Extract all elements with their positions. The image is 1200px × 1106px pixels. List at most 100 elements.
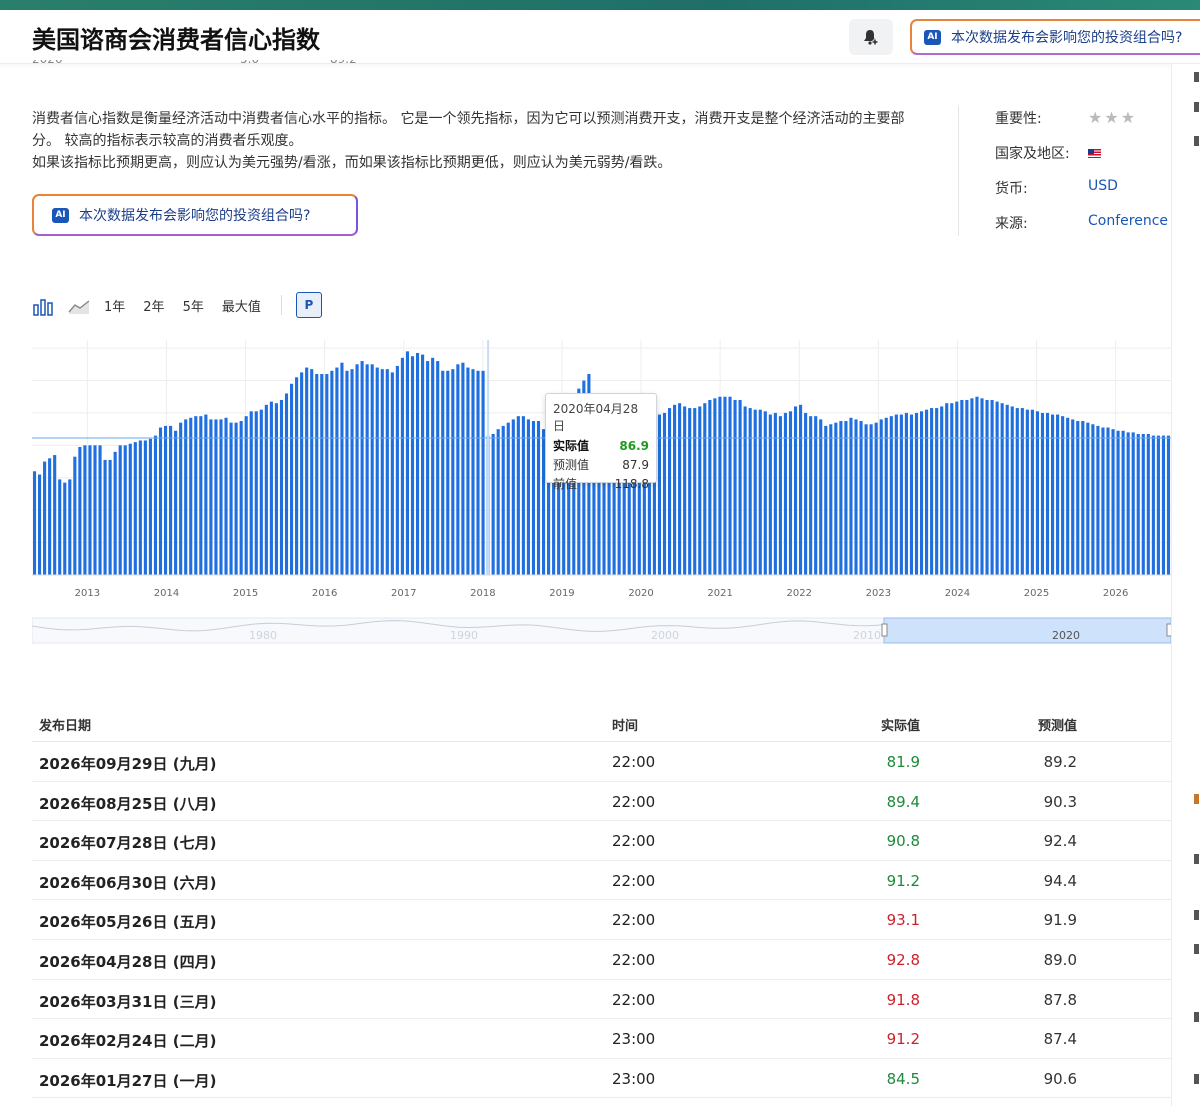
chart-bar [128, 443, 132, 575]
ai-portfolio-button-header[interactable]: AI 本次数据发布会影响您的投资组合吗? [910, 19, 1200, 55]
range-max-button[interactable]: 最大值 [222, 296, 261, 315]
row-actual: 91.8 [886, 990, 920, 1009]
chart-bar [73, 456, 77, 575]
chart-bar [526, 419, 530, 575]
chart-bar [58, 479, 62, 575]
chart-tooltip: 2020年04月28日 实际值 86.9 预测值 87.9 前值 118.8 [545, 393, 657, 491]
chart-bar [1086, 422, 1090, 575]
chart-bar [773, 412, 777, 575]
chart-bar [1121, 430, 1125, 575]
chart-bar [960, 399, 964, 575]
chart-bar [431, 357, 435, 575]
x-tick-label: 2014 [154, 588, 179, 599]
chart-bar [778, 416, 782, 575]
chart-bar [118, 445, 122, 575]
chart-bar [657, 414, 662, 575]
header-forecast[interactable]: 预测值 [1038, 715, 1077, 734]
row-date: 2026年03月31日 (三月) [39, 992, 217, 1011]
x-tick-label: 2025 [1024, 588, 1049, 599]
p-toggle-button[interactable]: P [295, 292, 322, 318]
chart-bar [1056, 414, 1060, 575]
chart-bar [889, 416, 893, 575]
chart-bar [415, 352, 420, 575]
area-chart-icon[interactable] [68, 294, 90, 316]
chart-bar [899, 414, 903, 575]
chart-bar [854, 419, 858, 575]
chart-bar [345, 370, 349, 575]
chart-bar [1000, 403, 1004, 575]
chart-bar [143, 440, 147, 575]
chart-bar [476, 370, 480, 575]
chart-bar [1141, 434, 1145, 575]
row-date: 2026年01月27日 (一月) [39, 1071, 217, 1090]
chart-bar [688, 408, 692, 575]
table-row: 2026年08月25日 (八月) 22:00 89.4 90.3 [32, 782, 1171, 822]
chart-bar [254, 411, 258, 575]
add-alert-button[interactable] [849, 19, 893, 55]
chart-bar [980, 398, 984, 575]
sticky-header: 美国谘商会消费者信心指数 AI 本次数据发布会影响您的投资组合吗? [0, 10, 1200, 64]
meta-currency: 货币: USD [995, 178, 1195, 213]
chart-bar [1101, 427, 1105, 575]
x-tick-label: 2024 [945, 588, 970, 599]
row-actual: 89.4 [886, 792, 920, 811]
chart-bar [421, 354, 425, 575]
row-actual: 93.1 [886, 911, 920, 930]
range-1y-button[interactable]: 1年 [104, 296, 125, 315]
chart-bar [169, 425, 173, 575]
chart-bar [849, 417, 853, 575]
chart-bar [723, 396, 727, 575]
chart-bar [824, 425, 828, 575]
chart-bar [43, 461, 47, 575]
row-forecast: 87.4 [1043, 1030, 1077, 1049]
table-row: 2026年09月29日 (九月) 22:00 81.9 89.2 [32, 742, 1171, 782]
chart-bar [133, 442, 137, 575]
row-actual: 92.8 [886, 950, 920, 969]
navigator-handle-left [881, 623, 888, 637]
chart-bar [914, 412, 919, 575]
chart-bar [456, 364, 460, 575]
row-forecast: 90.6 [1043, 1069, 1077, 1088]
range-5y-button[interactable]: 5年 [183, 296, 204, 315]
chart-bar [380, 369, 384, 575]
ai-portfolio-button[interactable]: AI 本次数据发布会影响您的投资组合吗? [32, 194, 358, 236]
row-forecast: 91.9 [1043, 911, 1077, 930]
header-actual[interactable]: 实际值 [881, 715, 920, 734]
chart-bar [32, 471, 37, 575]
chart-bar [703, 403, 707, 575]
chart-bar [1091, 424, 1095, 575]
chart-bar [370, 364, 374, 575]
table-row: 2026年03月31日 (三月) 22:00 91.8 87.8 [32, 980, 1171, 1020]
row-forecast: 92.4 [1043, 832, 1077, 851]
chart-bar [743, 406, 747, 575]
chart-bar [1071, 419, 1075, 575]
chart-bar [799, 404, 803, 575]
chart-bar [667, 408, 672, 575]
chart-bar [123, 445, 127, 575]
chart-bar [158, 427, 163, 575]
chart-bar [400, 357, 404, 575]
chart-bar [103, 459, 107, 575]
chart-bar [481, 370, 485, 575]
source-link[interactable]: Conference [1088, 213, 1168, 229]
range-2y-button[interactable]: 2年 [143, 296, 164, 315]
currency-link[interactable]: USD [1088, 178, 1118, 194]
top-accent-bar [0, 0, 1200, 10]
chart-bar [925, 409, 929, 575]
bar-chart-icon[interactable] [32, 294, 54, 316]
description-paragraph-2: 如果该指标比预期更高，则应认为美元强势/看涨，而如果该指标比预期更低，则应认为美… [32, 155, 672, 171]
header-time[interactable]: 时间 [612, 715, 638, 734]
chart-bar [516, 416, 520, 575]
release-history-table: 发布日期 时间 实际值 预测值 2026年09月29日 (九月) 22:00 81.… [32, 703, 1171, 1099]
toolbar-separator [280, 295, 282, 315]
tooltip-forecast-value: 87.9 [622, 458, 649, 472]
chart-bar [224, 417, 228, 575]
chart-bar [894, 414, 898, 575]
chart-bar [662, 412, 667, 575]
chart-bar [819, 419, 823, 575]
header-date[interactable]: 发布日期 [39, 715, 91, 734]
chart-bar [1051, 414, 1055, 575]
row-actual: 91.2 [886, 1030, 920, 1049]
chart-bar [1040, 412, 1045, 575]
chart-bar [511, 419, 515, 575]
